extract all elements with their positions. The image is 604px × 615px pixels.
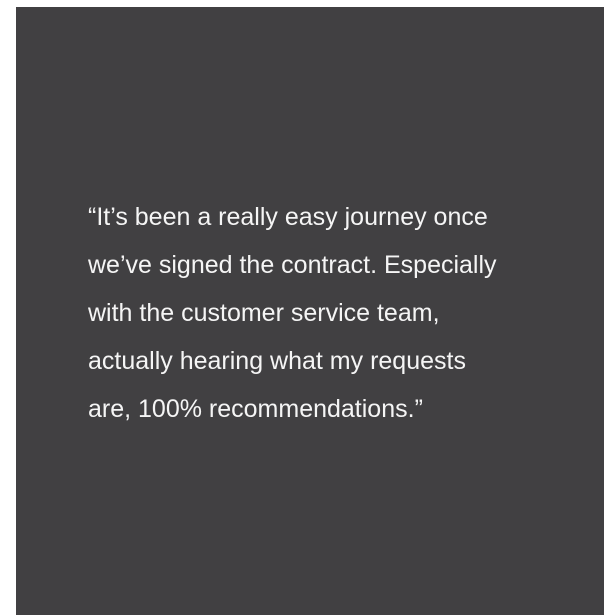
testimonial-quote: “It’s been a really easy journey once we… xyxy=(88,193,568,433)
testimonial-quote-line: actually hearing what my requests xyxy=(88,347,466,375)
testimonial-quote-line: are, 100% recommendations.” xyxy=(88,395,423,423)
testimonial-quote-line: “It’s been a really easy journey once xyxy=(88,203,488,231)
testimonial-quote-line: with the customer service team, xyxy=(88,299,440,327)
testimonial-card: “It’s been a really easy journey once we… xyxy=(16,7,604,615)
testimonial-quote-line: we’ve signed the contract. Especially xyxy=(88,251,497,279)
